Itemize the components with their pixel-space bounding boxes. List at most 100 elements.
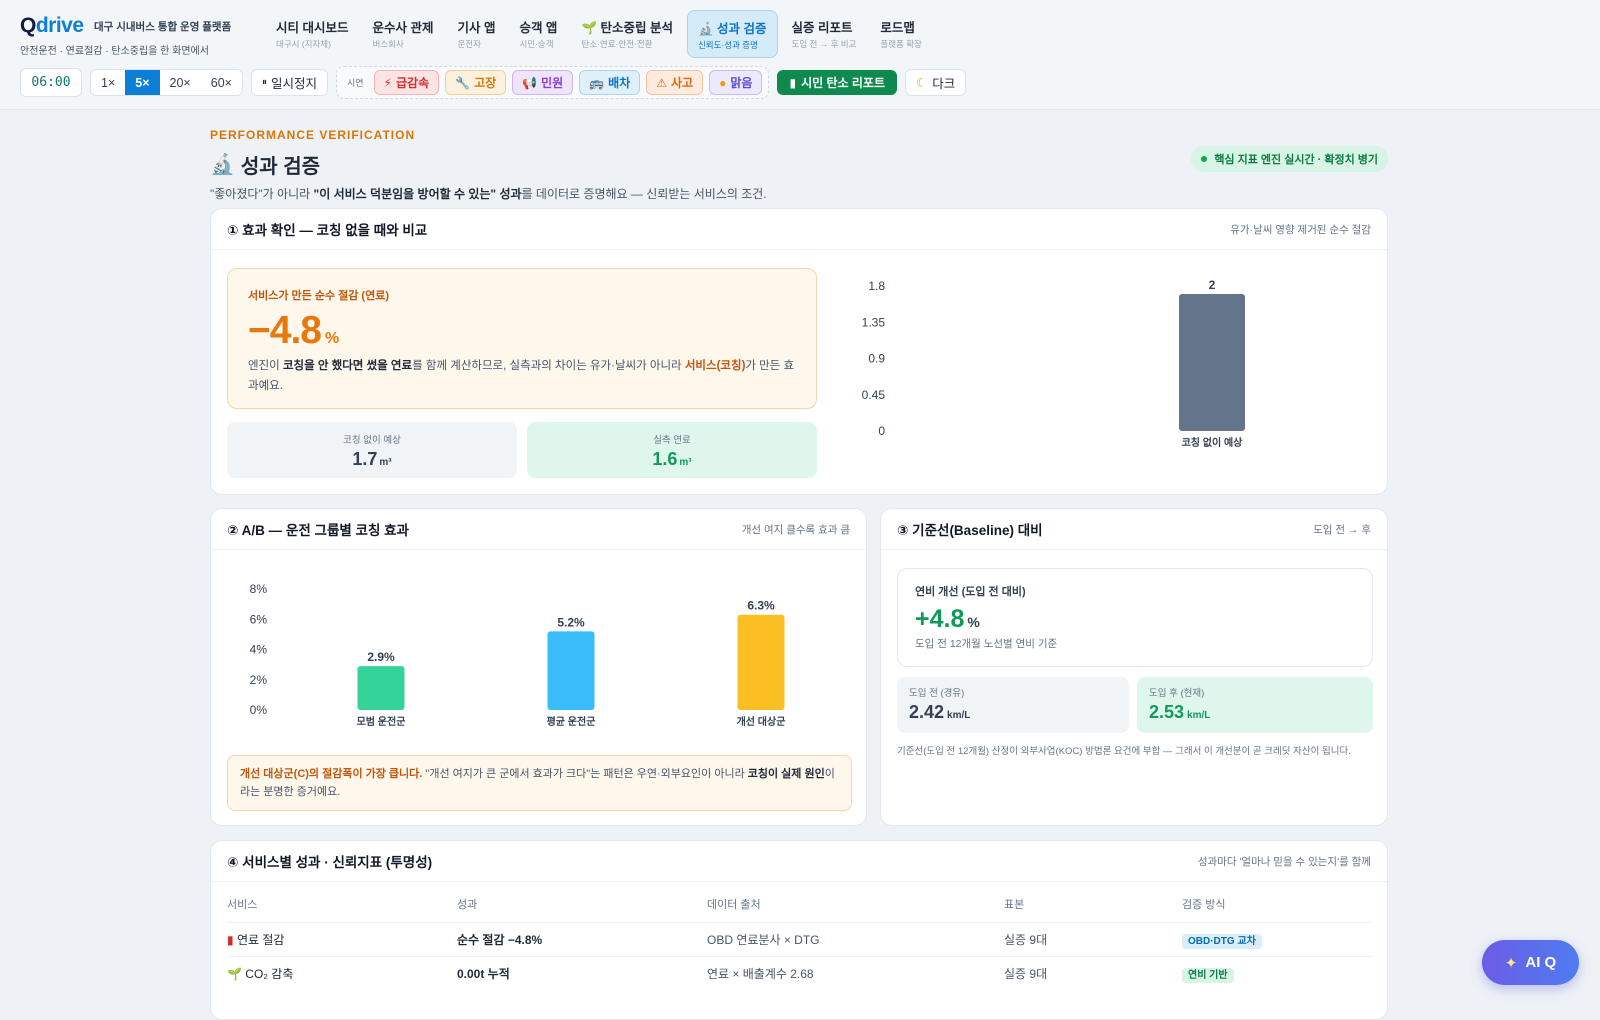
scenario-group: 시연 ⚡ 급감속 🔧 고장 📢 민원 🚌 배차 ⚠ 사고 ● 맑음 — [335, 66, 770, 99]
scenario-breakdown[interactable]: 🔧 고장 — [445, 70, 507, 95]
scenario-dispatch[interactable]: 🚌 배차 — [579, 70, 641, 95]
brand-subtitle: 안전운전 · 연료절감 · 탄소중립을 한 화면에서 — [20, 46, 209, 57]
sim-clock: 06:00 — [20, 68, 82, 97]
service-trust-table: 서비스 성과 데이터 출처 표본 검증 방식 ▮ 연료 절감 순수 절감 −4.8% O… — [227, 896, 1371, 990]
table-row[interactable]: 🌱 CO₂ 감축 0.00t 누적 연료 × 배출계수 2.68 실증 9대 연… — [227, 956, 1371, 990]
sun-icon: ● — [719, 75, 727, 90]
control-bar: 06:00 1× 5× 20× 60× ⏸ 일시정지 시연 ⚡ 급감속 🔧 고장 📢 민… — [20, 66, 967, 99]
card-title: ② A/B — 운전 그룹별 코칭 효과 — [227, 523, 409, 538]
speed-1x[interactable]: 1× — [91, 70, 125, 95]
y-tick-label: 6% — [250, 612, 268, 626]
pause-button[interactable]: ⏸ 일시정지 — [250, 69, 328, 96]
card-caption: 도입 전 → 후 — [1313, 523, 1371, 536]
ab-group-card: ② A/B — 운전 그룹별 코칭 효과 개선 여지 클수록 효과 큼 8% 6% 4… — [210, 508, 867, 826]
sparkle-icon: ✦ — [1504, 954, 1518, 972]
baseline-footnote: 기준선(도입 전 12개월) 산정이 외부사업(KOC) 방법론 요건에 부합 … — [897, 746, 1351, 757]
bar-value-label: 2.9% — [367, 650, 395, 664]
bar-value-label: 6.3% — [747, 599, 775, 613]
scenario-clear-weather[interactable]: ● 맑음 — [709, 70, 763, 95]
bar — [357, 666, 405, 710]
chart-icon: ▮ — [789, 75, 797, 90]
scenario-accident[interactable]: ⚠ 사고 — [646, 70, 704, 95]
efficiency-improvement-box: 연비 개선 (도입 전 대비) +4.8% 도입 전 12개월 노선별 연비 기… — [897, 568, 1373, 667]
table-header: 서비스 성과 데이터 출처 표본 검증 방식 — [227, 899, 1226, 911]
bar — [1179, 294, 1245, 431]
main-nav: 시티 대시보드 대구시 (지자체) 운수사 관제 버스회사 기사 앱 운전자 승객 앱… — [266, 10, 932, 58]
bar — [547, 631, 595, 710]
y-tick-label: 4% — [250, 643, 268, 657]
y-tick-label: 0% — [250, 703, 268, 717]
nav-operator-control[interactable]: 운수사 관제 버스회사 — [362, 10, 443, 58]
y-tick-label: 1.8 — [868, 279, 885, 293]
ab-group-chart: 8% 6% 4% 2% 0% 2.9% 모범 운전군 5.2% 평균 운전군 6.3% 개선 대상군 — [250, 582, 786, 728]
nav-pilot-report[interactable]: 실증 리포트 도입 전 → 후 비교 — [782, 10, 867, 58]
ai-q-button[interactable]: ✦ AI Q — [1482, 940, 1579, 985]
pause-icon: ⏸ — [261, 77, 267, 88]
measured-fuel-stat: 실측 연료 1.6 m³ — [527, 422, 817, 478]
baseline-card: ③ 기준선(Baseline) 대비 도입 전 → 후 연비 개선 (도입 전 대… — [880, 508, 1388, 826]
nav-carbon-analysis[interactable]: 🌱 탄소중립 분석 탄소·연료·안전·전환 — [571, 10, 683, 58]
y-tick-label: 0.9 — [868, 352, 885, 366]
x-category-label: 코칭 없이 예상 — [1182, 436, 1244, 449]
speed-60x[interactable]: 60× — [201, 70, 242, 95]
table-row[interactable]: ▮ 연료 절감 순수 절감 −4.8% OBD 연료분사 × DTG 실증 9대… — [227, 922, 1371, 957]
bus-icon: 🚌 — [589, 75, 605, 90]
moon-icon: ☾ — [916, 76, 928, 90]
card-title: ① 효과 확인 — 코칭 없을 때와 비교 — [227, 223, 428, 238]
live-engine-badge: 핵심 지표 엔진 실시간 · 확정치 병기 — [1191, 146, 1388, 172]
net-saving-highlight: 서비스가 만든 순수 절감 (연료) −4.8% 엔진이 코칭을 안 했다면 썼… — [227, 268, 817, 409]
y-tick-label: 0 — [878, 424, 885, 438]
live-dot-icon — [1201, 156, 1208, 162]
nav-passenger-app[interactable]: 승객 앱 시민·승객 — [509, 10, 567, 58]
lightning-icon: ⚡ — [383, 75, 392, 90]
nav-driver-app[interactable]: 기사 앱 운전자 — [447, 10, 505, 58]
bar-value-label: 2 — [1209, 278, 1216, 292]
ab-insight-note: 개선 대상군(C)의 절감폭이 가장 큽니다. "개선 여지가 큰 군에서 효과… — [227, 755, 852, 811]
page-eyebrow: PERFORMANCE VERIFICATION — [210, 128, 416, 142]
before-efficiency-stat: 도입 전 (경유) 2.42 km/L — [897, 677, 1129, 733]
x-category-label: 개선 대상군 — [737, 715, 786, 728]
top-bar: Qdrive 대구 시내버스 통합 운영 플랫폼 안전운전 · 연료절감 · 탄… — [0, 0, 1600, 110]
microscope-icon: 🔬 — [697, 22, 714, 36]
scenario-label: 시연 — [346, 78, 364, 88]
bar-value-label: 5.2% — [557, 615, 585, 629]
brand-tagline: 대구 시내버스 통합 운영 플랫폼 — [94, 20, 232, 33]
y-tick-label: 2% — [250, 673, 268, 687]
speed-5x[interactable]: 5× — [125, 70, 160, 95]
x-category-label: 평균 운전군 — [547, 715, 596, 728]
after-efficiency-stat: 도입 후 (현재) 2.53 km/L — [1137, 677, 1373, 733]
scenario-hard-brake[interactable]: ⚡ 급감속 — [373, 70, 440, 95]
main-content: PERFORMANCE VERIFICATION 🔬 성과 검증 "좋아졌다"가 … — [210, 110, 1388, 202]
net-saving-label: 서비스가 만든 순수 절감 (연료) — [248, 290, 389, 302]
service-trust-card: ④ 서비스별 성과 · 신뢰지표 (투명성) 성과마다 '얼마나 믿을 수 있는지… — [210, 840, 1388, 1020]
coaching-comparison-chart: 1.81.350.90.4502코칭 없이 예상2실측 (코칭 적용) — [862, 278, 1245, 449]
card-title: ④ 서비스별 성과 · 신뢰지표 (투명성) — [227, 855, 433, 870]
dark-mode-toggle[interactable]: ☾ 다크 — [905, 69, 967, 96]
speed-selector: 1× 5× 20× 60× — [90, 69, 243, 96]
sprout-icon: 🌱 — [227, 967, 242, 981]
logo[interactable]: Qdrive — [20, 14, 84, 38]
x-category-label: 모범 운전군 — [357, 715, 406, 728]
nav-city-dashboard[interactable]: 시티 대시보드 대구시 (지자체) — [266, 10, 358, 58]
effect-verification-card: ① 효과 확인 — 코칭 없을 때와 비교 유가·날씨 영향 제거된 순수 절감 … — [210, 208, 1388, 495]
net-saving-explanation: 엔진이 코칭을 안 했다면 썼을 연료를 함께 계산하므로, 실측과의 차이는 … — [248, 360, 795, 392]
y-tick-label: 1.35 — [862, 315, 886, 329]
citizen-carbon-report-button[interactable]: ▮ 시민 탄소 리포트 — [777, 70, 898, 95]
wrench-icon: 🔧 — [455, 75, 471, 90]
brand: Qdrive 대구 시내버스 통합 운영 플랫폼 안전운전 · 연료절감 · 탄… — [20, 14, 231, 57]
scenario-complaint[interactable]: 📢 민원 — [512, 70, 574, 95]
y-tick-label: 0.45 — [862, 388, 886, 402]
megaphone-icon: 📢 — [522, 75, 538, 90]
nav-roadmap[interactable]: 로드맵 플랫폼 확장 — [870, 10, 931, 58]
card-caption: 개선 여지 클수록 효과 큼 — [741, 523, 850, 536]
warning-cone-icon: ⚠ — [656, 75, 668, 90]
fuel-pump-icon: ▮ — [227, 933, 234, 947]
expected-without-coaching-stat: 코칭 없이 예상 1.7 m³ — [227, 422, 517, 478]
net-saving-value: −4.8% — [248, 309, 339, 352]
sprout-icon: 🌱 — [581, 21, 598, 35]
speed-20x[interactable]: 20× — [160, 70, 201, 95]
page-description: "좋아졌다"가 아니라 "이 서비스 덕분임을 방어할 수 있는" 성과를 데이… — [210, 187, 767, 201]
y-tick-label: 8% — [250, 582, 268, 596]
card-title: ③ 기준선(Baseline) 대비 — [897, 523, 1043, 538]
nav-performance-verification[interactable]: 🔬 성과 검증 신뢰도·성과 증명 — [686, 10, 778, 58]
